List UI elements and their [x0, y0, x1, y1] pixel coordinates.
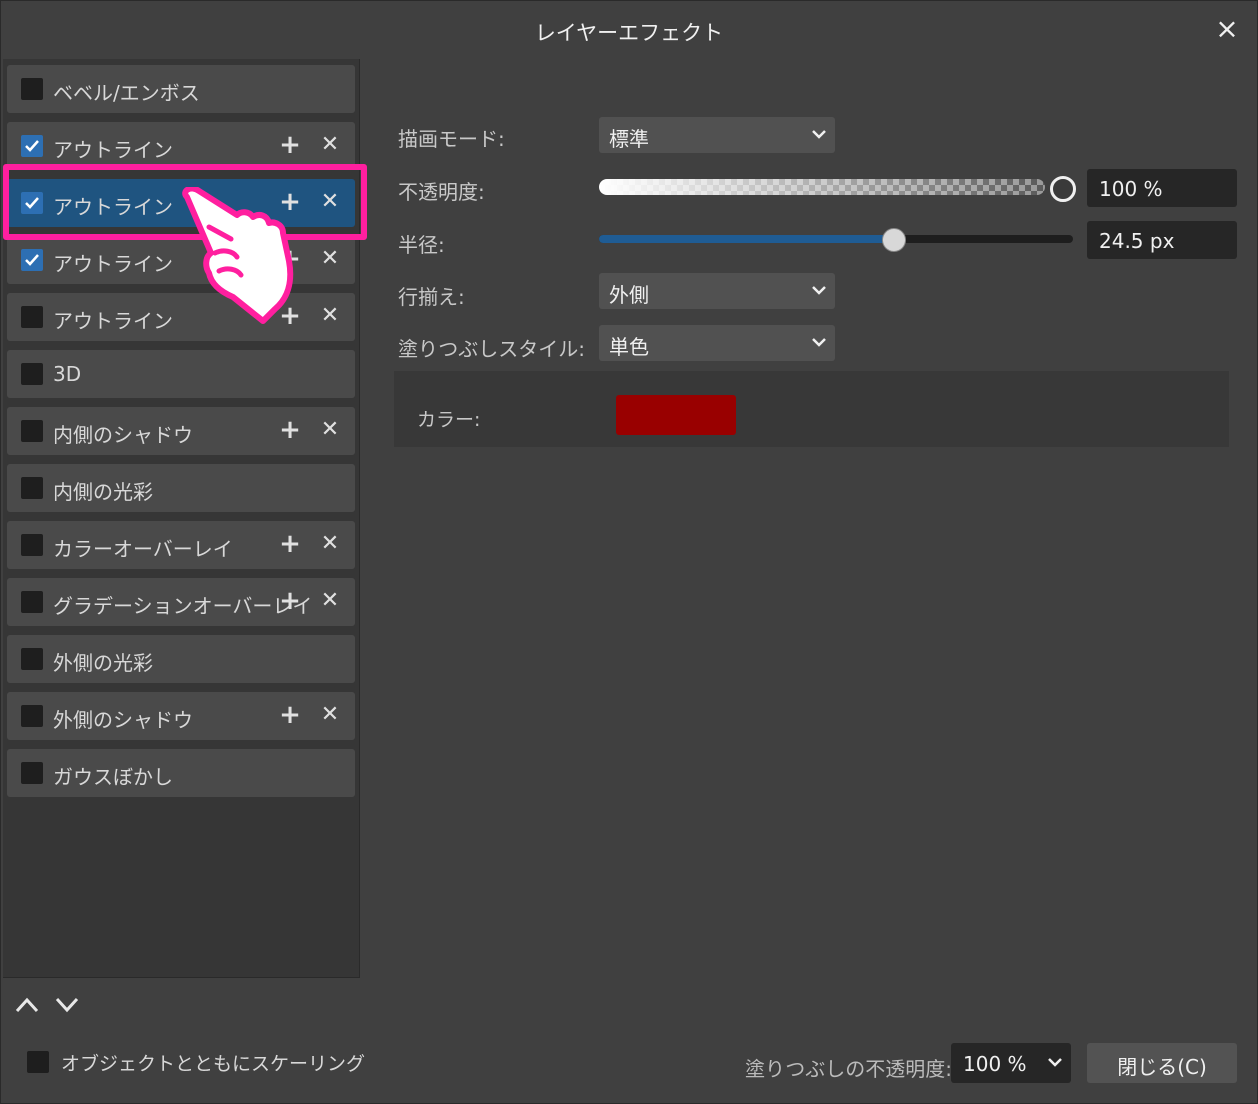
remove-icon[interactable]: ✕: [317, 531, 343, 557]
checkbox-checked[interactable]: [21, 135, 43, 157]
color-section: カラー:: [394, 371, 1229, 447]
checkbox[interactable]: [21, 78, 43, 100]
effect-label: 内側の光彩: [53, 480, 153, 504]
effect-label: アウトライン: [53, 252, 173, 276]
effect-row[interactable]: 外側の光彩: [7, 635, 355, 683]
pointing-hand-icon: [182, 187, 294, 324]
remove-icon[interactable]: ✕: [317, 246, 343, 272]
checkbox[interactable]: [21, 762, 43, 784]
chevron-down-icon: [812, 286, 826, 295]
add-icon[interactable]: +: [277, 531, 303, 557]
effect-label: アウトライン: [53, 138, 173, 162]
fill-opacity-label: 塗りつぶしの不透明度:: [745, 1057, 952, 1081]
opacity-slider-thumb[interactable]: [1050, 176, 1076, 202]
scale-with-object-label: オブジェクトとともにスケーリング: [61, 1053, 366, 1075]
title-bar: レイヤーエフェクト ×: [1, 1, 1257, 59]
effect-row[interactable]: 内側の光彩: [7, 464, 355, 512]
checkbox[interactable]: [21, 591, 43, 613]
checkbox[interactable]: [21, 705, 43, 727]
opacity-label: 不透明度:: [398, 180, 485, 204]
checkbox-checked[interactable]: [21, 249, 43, 271]
fill-style-label: 塗りつぶしスタイル:: [398, 337, 585, 361]
alignment-value: 外側: [609, 283, 649, 307]
blend-mode-dropdown[interactable]: 標準: [599, 117, 835, 153]
checkbox[interactable]: [21, 306, 43, 328]
opacity-input[interactable]: 100 %: [1087, 169, 1237, 207]
move-up-icon[interactable]: [13, 991, 41, 1019]
remove-icon[interactable]: ✕: [317, 588, 343, 614]
radius-slider-fill: [599, 235, 893, 243]
opacity-value: 100 %: [1099, 177, 1163, 201]
color-swatch[interactable]: [616, 395, 736, 435]
radius-label: 半径:: [398, 233, 445, 257]
checkbox[interactable]: [21, 648, 43, 670]
effect-row[interactable]: アウトライン + ✕: [7, 122, 355, 170]
effect-label: 3D: [53, 362, 82, 386]
move-down-icon[interactable]: [53, 991, 81, 1019]
checkbox[interactable]: [21, 477, 43, 499]
checkbox[interactable]: [21, 534, 43, 556]
effect-label: ガウスぼかし: [53, 765, 173, 789]
dialog-title: レイヤーエフェクト: [534, 21, 724, 45]
close-icon[interactable]: ×: [1213, 15, 1241, 43]
effect-row[interactable]: 外側のシャドウ + ✕: [7, 692, 355, 740]
effect-row[interactable]: 内側のシャドウ + ✕: [7, 407, 355, 455]
checkbox[interactable]: [21, 363, 43, 385]
radius-value: 24.5 px: [1099, 229, 1175, 253]
effect-row[interactable]: 3D: [7, 350, 355, 398]
alignment-label: 行揃え:: [398, 285, 465, 309]
blend-mode-label: 描画モード:: [398, 127, 505, 151]
close-button-label: 閉じる(C): [1117, 1055, 1207, 1079]
effect-label: 外側のシャドウ: [53, 708, 193, 732]
remove-icon[interactable]: ✕: [317, 303, 343, 329]
effect-row[interactable]: カラーオーバーレイ + ✕: [7, 521, 355, 569]
close-button[interactable]: 閉じる(C): [1087, 1043, 1237, 1083]
opacity-slider-track[interactable]: [599, 179, 1045, 195]
effect-row[interactable]: ベベル/エンボス: [7, 65, 355, 113]
blend-mode-value: 標準: [609, 127, 649, 151]
fill-opacity-value: 100 %: [963, 1052, 1027, 1076]
checkbox[interactable]: [27, 1051, 49, 1073]
radius-slider-thumb[interactable]: [881, 228, 906, 252]
fill-style-value: 単色: [609, 335, 649, 359]
chevron-down-icon: [1048, 1058, 1062, 1067]
chevron-down-icon: [812, 130, 826, 139]
add-icon[interactable]: +: [277, 702, 303, 728]
layer-effects-dialog: レイヤーエフェクト × ベベル/エンボス アウトライン + ✕ アウトライン + ✕ アウトラ…: [0, 0, 1258, 1104]
effect-label: 外側の光彩: [53, 651, 153, 675]
effect-label: グラデーションオーバーレイ: [53, 594, 313, 618]
effect-label: 内側のシャドウ: [53, 423, 193, 447]
color-label: カラー:: [417, 409, 481, 431]
effect-label: アウトライン: [53, 309, 173, 333]
add-icon[interactable]: +: [277, 588, 303, 614]
effect-row[interactable]: グラデーションオーバーレイ + ✕: [7, 578, 355, 626]
alignment-dropdown[interactable]: 外側: [599, 273, 835, 309]
fill-style-dropdown[interactable]: 単色: [599, 325, 835, 361]
remove-icon[interactable]: ✕: [317, 417, 343, 443]
add-icon[interactable]: +: [277, 417, 303, 443]
remove-icon[interactable]: ✕: [317, 702, 343, 728]
effect-row[interactable]: ガウスぼかし: [7, 749, 355, 797]
remove-icon[interactable]: ✕: [317, 132, 343, 158]
fill-opacity-dropdown[interactable]: 100 %: [951, 1043, 1071, 1083]
chevron-down-icon: [812, 338, 826, 347]
radius-input[interactable]: 24.5 px: [1087, 221, 1237, 259]
effect-label: ベベル/エンボス: [53, 81, 200, 105]
checkbox[interactable]: [21, 420, 43, 442]
add-icon[interactable]: +: [277, 132, 303, 158]
effect-label: カラーオーバーレイ: [53, 537, 233, 561]
